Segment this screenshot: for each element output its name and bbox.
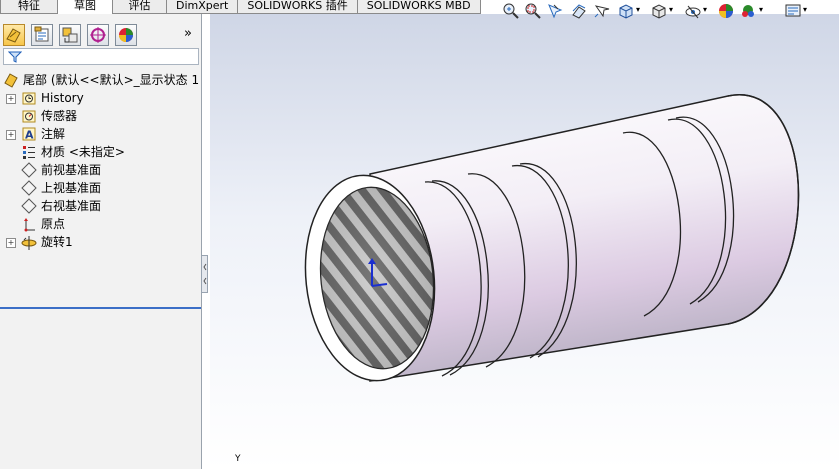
plane-icon: [21, 198, 37, 214]
expand-toggle[interactable]: +: [6, 130, 16, 140]
chevron-down-icon[interactable]: ▾: [759, 5, 763, 14]
tree-root-label: 尾部 (默认<<默认>_显示状态 1: [23, 73, 200, 87]
tree-item-material[interactable]: 材质 <未指定>: [0, 143, 201, 161]
command-manager-tabs: 特征 草图 评估 DimXpert SOLIDWORKS 插件 SOLIDWOR…: [0, 0, 481, 14]
history-icon: [22, 92, 36, 105]
chevron-down-icon[interactable]: ▾: [703, 5, 707, 14]
apply-scene-icon[interactable]: [739, 2, 757, 20]
tree-item-sensors[interactable]: 传感器: [0, 107, 201, 125]
sensor-icon: [22, 110, 36, 123]
previous-view-icon[interactable]: [546, 2, 564, 20]
zoom-to-fit-icon[interactable]: [502, 2, 520, 20]
chevron-down-icon[interactable]: ▾: [669, 5, 673, 14]
tree-item-history[interactable]: + History: [0, 89, 201, 107]
view-settings-icon[interactable]: [784, 2, 802, 20]
revolve-icon: [21, 236, 37, 250]
tree-root-part[interactable]: 尾部 (默认<<默认>_显示状态 1: [0, 71, 201, 89]
chevron-down-icon[interactable]: ▾: [803, 5, 807, 14]
property-manager-icon[interactable]: [31, 24, 53, 46]
triad-axis-label: Y: [235, 454, 241, 464]
material-icon: [23, 146, 35, 159]
expand-toggle[interactable]: +: [6, 238, 16, 248]
tab-solidworks-addins[interactable]: SOLIDWORKS 插件: [237, 0, 358, 14]
dynamic-annotation-icon[interactable]: [592, 2, 610, 20]
tree-item-annotations[interactable]: + A 注解: [0, 125, 201, 143]
tree-item-origin[interactable]: 原点: [0, 215, 201, 233]
origin-icon: [24, 218, 35, 232]
tab-solidworks-mbd[interactable]: SOLIDWORKS MBD: [356, 0, 481, 14]
edit-appearance-icon[interactable]: [717, 2, 735, 20]
panel-toolbar: »: [0, 24, 201, 46]
configuration-manager-icon[interactable]: [59, 24, 81, 46]
expand-panel-button[interactable]: »: [184, 26, 192, 41]
feature-manager-panel: » 尾部 (默认<<默认>_显示状态 1 + History 传感器 + A 注…: [0, 14, 202, 469]
section-view-icon[interactable]: [570, 2, 588, 20]
tree-filter-input[interactable]: [3, 48, 199, 65]
plane-icon: [21, 180, 37, 196]
annotation-icon: A: [22, 127, 36, 142]
part-model: [304, 94, 800, 382]
feature-manager-icon[interactable]: [3, 24, 25, 46]
tree-item-revolve1[interactable]: + 旋转1: [0, 233, 201, 251]
graphics-viewport[interactable]: [210, 14, 839, 469]
zoom-to-area-icon[interactable]: [524, 2, 542, 20]
view-orientation-icon[interactable]: [617, 2, 635, 20]
tab-evaluate[interactable]: 评估: [112, 0, 167, 14]
panel-splitter-handle[interactable]: [201, 255, 208, 293]
display-style-icon[interactable]: [650, 2, 668, 20]
dimxpert-manager-icon[interactable]: [87, 24, 109, 46]
tab-feature[interactable]: 特征: [0, 0, 58, 14]
tube-body: [369, 94, 800, 382]
plane-icon: [21, 162, 37, 178]
heads-up-view-toolbar: ▾ ▾ ▾ ▾ ▾: [498, 0, 839, 22]
display-manager-icon[interactable]: [115, 24, 137, 46]
tree-item-top-plane[interactable]: 上视基准面: [0, 179, 201, 197]
tree-item-front-plane[interactable]: 前视基准面: [0, 161, 201, 179]
filter-icon: [8, 51, 22, 63]
tree-end-marker: [0, 307, 201, 309]
tree-item-right-plane[interactable]: 右视基准面: [0, 197, 201, 215]
chevron-down-icon[interactable]: ▾: [636, 5, 640, 14]
part-icon: [4, 73, 18, 88]
tab-dimxpert[interactable]: DimXpert: [166, 0, 239, 14]
expand-toggle[interactable]: +: [6, 94, 16, 104]
hide-show-items-icon[interactable]: [684, 2, 702, 20]
tab-sketch[interactable]: 草图: [57, 0, 113, 14]
svg-text:A: A: [25, 129, 34, 142]
